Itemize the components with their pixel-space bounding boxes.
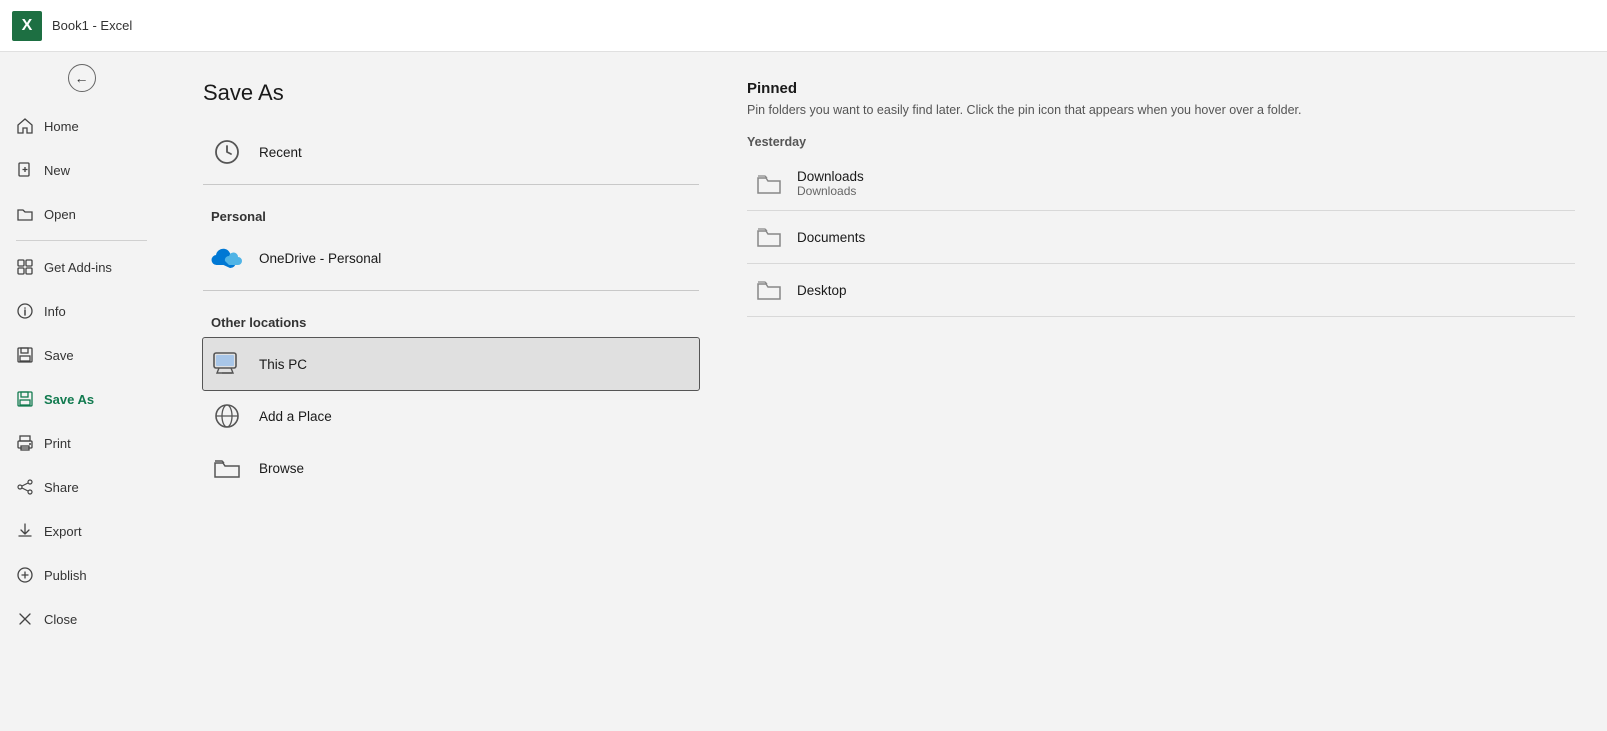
location-list: Recent Personal OneDrive - Personal Othe… [203, 126, 699, 494]
personal-section-label: Personal [211, 209, 691, 224]
sidebar: ← Home New Open [0, 52, 163, 731]
folder-icon-documents [755, 223, 783, 251]
browse-icon [211, 452, 243, 484]
excel-logo: X [12, 11, 42, 41]
folder-downloads-texts: Downloads Downloads [797, 169, 864, 198]
save-as-icon [16, 390, 34, 408]
folder-downloads-sub: Downloads [797, 184, 864, 198]
location-recent[interactable]: Recent [203, 126, 699, 178]
folder-desktop-texts: Desktop [797, 283, 847, 298]
titlebar-title: Book1 - Excel [52, 18, 132, 33]
sidebar-item-publish[interactable]: Publish [0, 553, 163, 597]
onedrive-icon [211, 242, 243, 274]
back-button[interactable]: ← [0, 52, 163, 104]
saveas-title: Save As [203, 80, 699, 106]
saveas-panel: Save As Recent Personal [163, 52, 1607, 731]
saveas-locations: Save As Recent Personal [163, 52, 723, 731]
sidebar-item-close[interactable]: Close [0, 597, 163, 641]
publish-icon [16, 566, 34, 584]
folder-documents[interactable]: Documents [747, 211, 1575, 264]
print-icon [16, 434, 34, 452]
personal-divider [203, 184, 699, 185]
addins-icon [16, 258, 34, 276]
export-icon [16, 522, 34, 540]
pinned-title: Pinned [747, 80, 1575, 97]
folder-icon-desktop [755, 276, 783, 304]
this-pc-icon [211, 348, 243, 380]
sidebar-item-addins[interactable]: Get Add-ins [0, 245, 163, 289]
location-browse[interactable]: Browse [203, 442, 699, 494]
sidebar-item-share[interactable]: Share [0, 465, 163, 509]
location-add-place[interactable]: Add a Place [203, 390, 699, 442]
share-icon [16, 478, 34, 496]
folder-downloads-name: Downloads [797, 169, 864, 184]
other-section-label: Other locations [211, 315, 691, 330]
other-divider [203, 290, 699, 291]
folder-desktop[interactable]: Desktop [747, 264, 1575, 317]
yesterday-label: Yesterday [747, 135, 1575, 149]
sidebar-item-new[interactable]: New [0, 148, 163, 192]
sidebar-item-open[interactable]: Open [0, 192, 163, 236]
location-onedrive[interactable]: OneDrive - Personal [203, 232, 699, 284]
save-icon [16, 346, 34, 364]
folder-documents-texts: Documents [797, 230, 865, 245]
sidebar-item-home[interactable]: Home [0, 104, 163, 148]
folder-desktop-name: Desktop [797, 283, 847, 298]
app-body: ← Home New Open [0, 52, 1607, 731]
new-icon [16, 161, 34, 179]
info-icon [16, 302, 34, 320]
saveas-right: Pinned Pin folders you want to easily fi… [723, 52, 1607, 731]
open-icon [16, 205, 34, 223]
titlebar: X Book1 - Excel [0, 0, 1607, 52]
sidebar-item-print[interactable]: Print [0, 421, 163, 465]
home-icon [16, 117, 34, 135]
add-place-icon [211, 400, 243, 432]
clock-icon [211, 136, 243, 168]
pinned-subtitle: Pin folders you want to easily find late… [747, 103, 1575, 117]
back-arrow-icon[interactable]: ← [68, 64, 96, 92]
nav-divider-1 [16, 240, 147, 241]
sidebar-item-export[interactable]: Export [0, 509, 163, 553]
sidebar-item-save[interactable]: Save [0, 333, 163, 377]
sidebar-nav: Home New Open [0, 104, 163, 731]
close-menu-icon [16, 610, 34, 628]
location-this-pc[interactable]: This PC [203, 338, 699, 390]
sidebar-item-info[interactable]: Info [0, 289, 163, 333]
folder-icon-downloads [755, 170, 783, 198]
sidebar-item-save-as[interactable]: Save As [0, 377, 163, 421]
folder-downloads[interactable]: Downloads Downloads [747, 157, 1575, 211]
folder-documents-name: Documents [797, 230, 865, 245]
